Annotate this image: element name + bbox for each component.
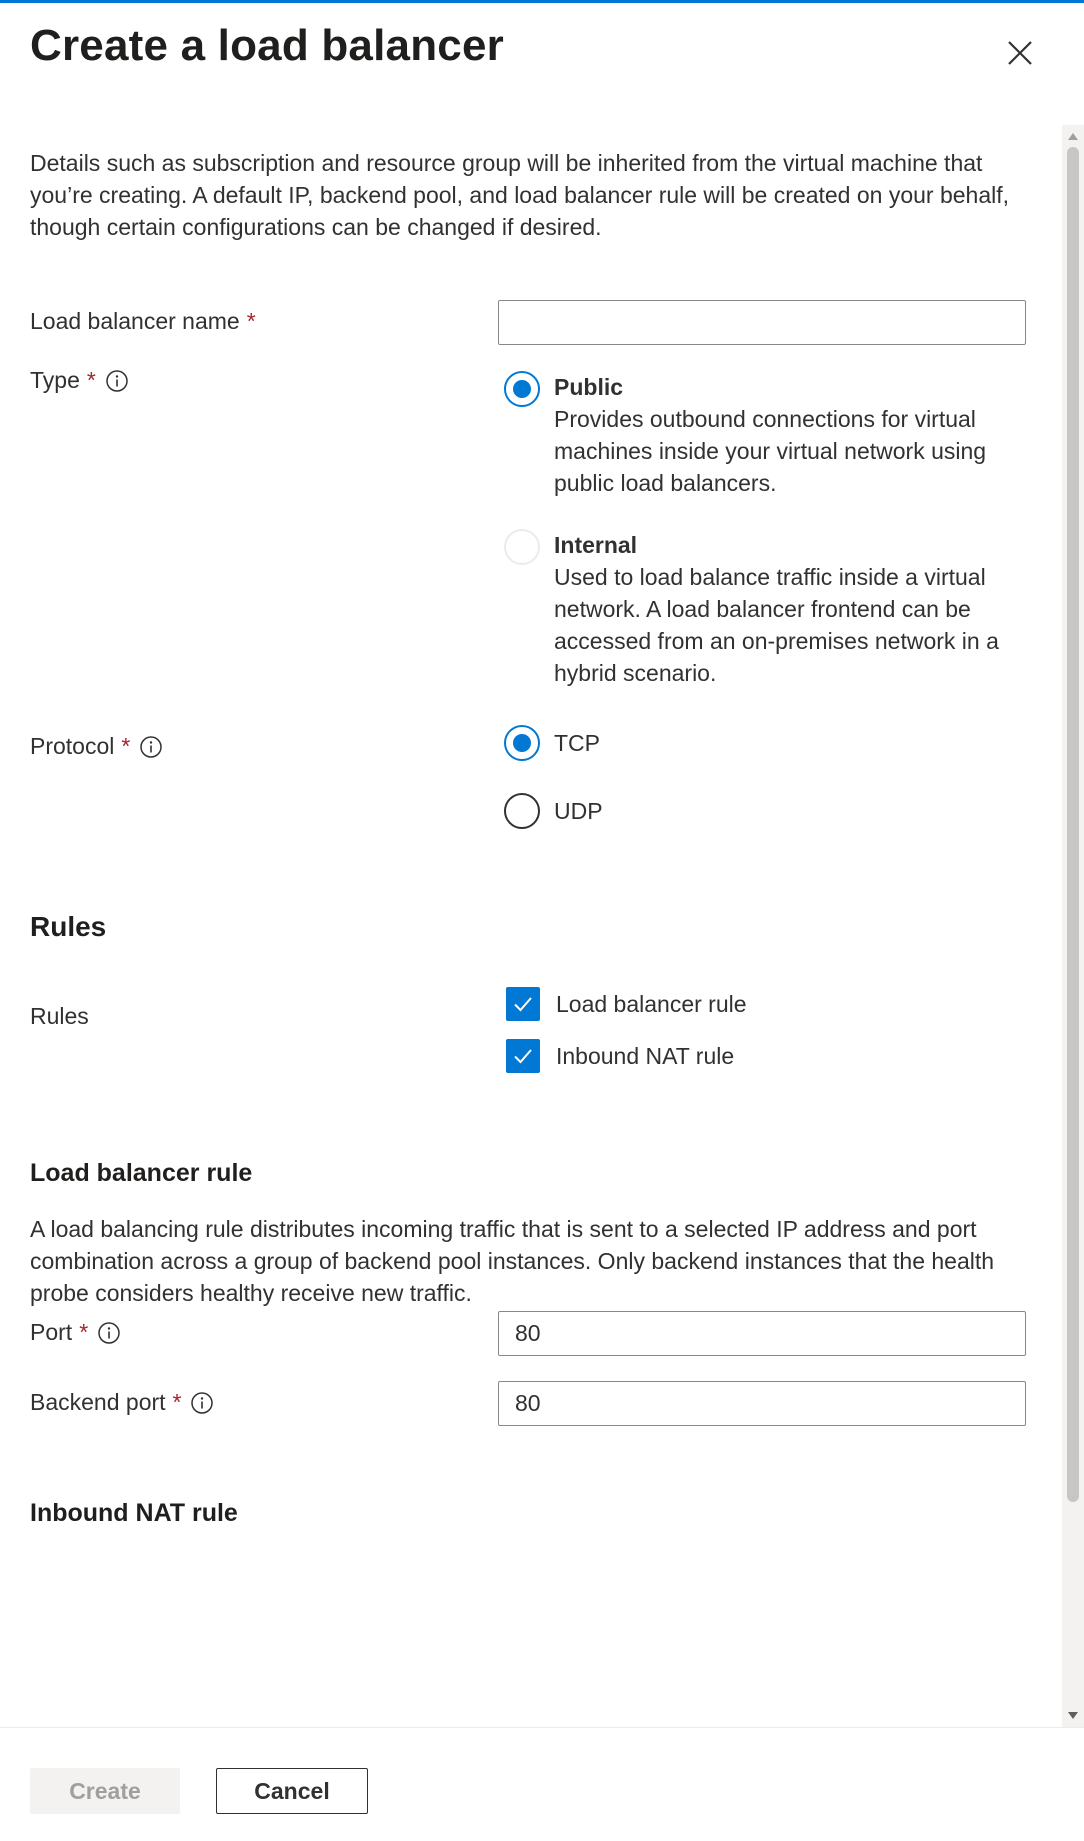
close-button[interactable] bbox=[998, 31, 1042, 75]
port-label-text: Port bbox=[30, 1319, 73, 1345]
create-load-balancer-panel: Create a load balancer Details such as s… bbox=[0, 0, 1084, 1841]
type-option-internal[interactable]: Internal Used to load balance traffic in… bbox=[504, 529, 1024, 689]
internal-option-desc: Used to load balance traffic inside a vi… bbox=[554, 564, 999, 686]
rules-heading: Rules bbox=[30, 911, 107, 942]
load-balancer-rule-description: A load balancing rule distributes incomi… bbox=[30, 1216, 995, 1306]
port-label: Port * bbox=[30, 1319, 121, 1346]
public-option-title: Public bbox=[554, 374, 624, 400]
inbound-nat-rule-label: Inbound NAT rule bbox=[556, 1042, 735, 1069]
scroll-up-arrow-icon[interactable] bbox=[1067, 131, 1079, 143]
scroll-down-arrow-icon[interactable] bbox=[1067, 1709, 1079, 1721]
type-option-public[interactable]: Public Provides outbound connections for… bbox=[504, 371, 1024, 499]
public-option-desc: Provides outbound connections for virtua… bbox=[554, 406, 987, 496]
info-icon[interactable] bbox=[97, 1321, 121, 1345]
internal-option-title: Internal bbox=[554, 532, 638, 558]
page-title: Create a load balancer bbox=[30, 21, 504, 70]
backend-port-input[interactable] bbox=[498, 1381, 1026, 1426]
close-icon bbox=[1008, 41, 1032, 65]
load-balancer-name-label-text: Load balancer name bbox=[30, 308, 240, 334]
public-radio[interactable] bbox=[504, 371, 540, 407]
rules-label: Rules bbox=[30, 1003, 89, 1030]
info-icon[interactable] bbox=[190, 1391, 214, 1415]
load-balancer-rule-label: Load balancer rule bbox=[556, 990, 747, 1017]
checkmark-icon bbox=[514, 1049, 532, 1064]
udp-label: UDP bbox=[554, 798, 603, 824]
tcp-radio[interactable] bbox=[504, 725, 540, 761]
intro-text: Details such as subscription and resourc… bbox=[30, 150, 1010, 240]
required-asterisk: * bbox=[121, 733, 131, 759]
protocol-option-tcp[interactable]: TCP bbox=[504, 725, 600, 761]
scrollbar[interactable] bbox=[1062, 125, 1084, 1727]
panel-footer: Create Cancel bbox=[0, 1727, 1084, 1841]
internal-radio[interactable] bbox=[504, 529, 540, 565]
required-asterisk: * bbox=[172, 1389, 182, 1415]
tcp-label: TCP bbox=[554, 730, 600, 756]
type-label: Type * bbox=[30, 367, 129, 394]
inbound-nat-rule-checkbox-row[interactable]: Inbound NAT rule bbox=[506, 1039, 734, 1073]
required-asterisk: * bbox=[79, 1319, 89, 1345]
panel-content[interactable]: Details such as subscription and resourc… bbox=[0, 103, 1060, 1727]
load-balancer-rule-checkbox-row[interactable]: Load balancer rule bbox=[506, 987, 747, 1021]
info-icon[interactable] bbox=[139, 735, 163, 759]
port-input[interactable] bbox=[498, 1311, 1026, 1356]
inbound-nat-rule-checkbox[interactable] bbox=[506, 1039, 540, 1073]
type-label-text: Type bbox=[30, 367, 80, 393]
load-balancer-name-input[interactable] bbox=[498, 300, 1026, 345]
required-asterisk: * bbox=[86, 367, 96, 393]
protocol-option-udp[interactable]: UDP bbox=[504, 793, 603, 829]
inbound-nat-rule-heading: Inbound NAT rule bbox=[30, 1499, 238, 1527]
cancel-button[interactable]: Cancel bbox=[216, 1768, 368, 1814]
protocol-label-text: Protocol bbox=[30, 733, 115, 759]
load-balancer-rule-heading: Load balancer rule bbox=[30, 1159, 253, 1187]
checkmark-icon bbox=[514, 997, 532, 1012]
create-button[interactable]: Create bbox=[30, 1768, 180, 1814]
rules-label-text: Rules bbox=[30, 1003, 89, 1029]
backend-port-label-text: Backend port bbox=[30, 1389, 166, 1415]
backend-port-label: Backend port * bbox=[30, 1389, 214, 1416]
load-balancer-name-label: Load balancer name * bbox=[30, 308, 256, 335]
panel-header: Create a load balancer bbox=[0, 3, 1084, 103]
protocol-label: Protocol * bbox=[30, 733, 163, 760]
udp-radio[interactable] bbox=[504, 793, 540, 829]
required-asterisk: * bbox=[246, 308, 256, 334]
scrollbar-thumb[interactable] bbox=[1067, 147, 1079, 1502]
info-icon[interactable] bbox=[105, 369, 129, 393]
load-balancer-rule-checkbox[interactable] bbox=[506, 987, 540, 1021]
